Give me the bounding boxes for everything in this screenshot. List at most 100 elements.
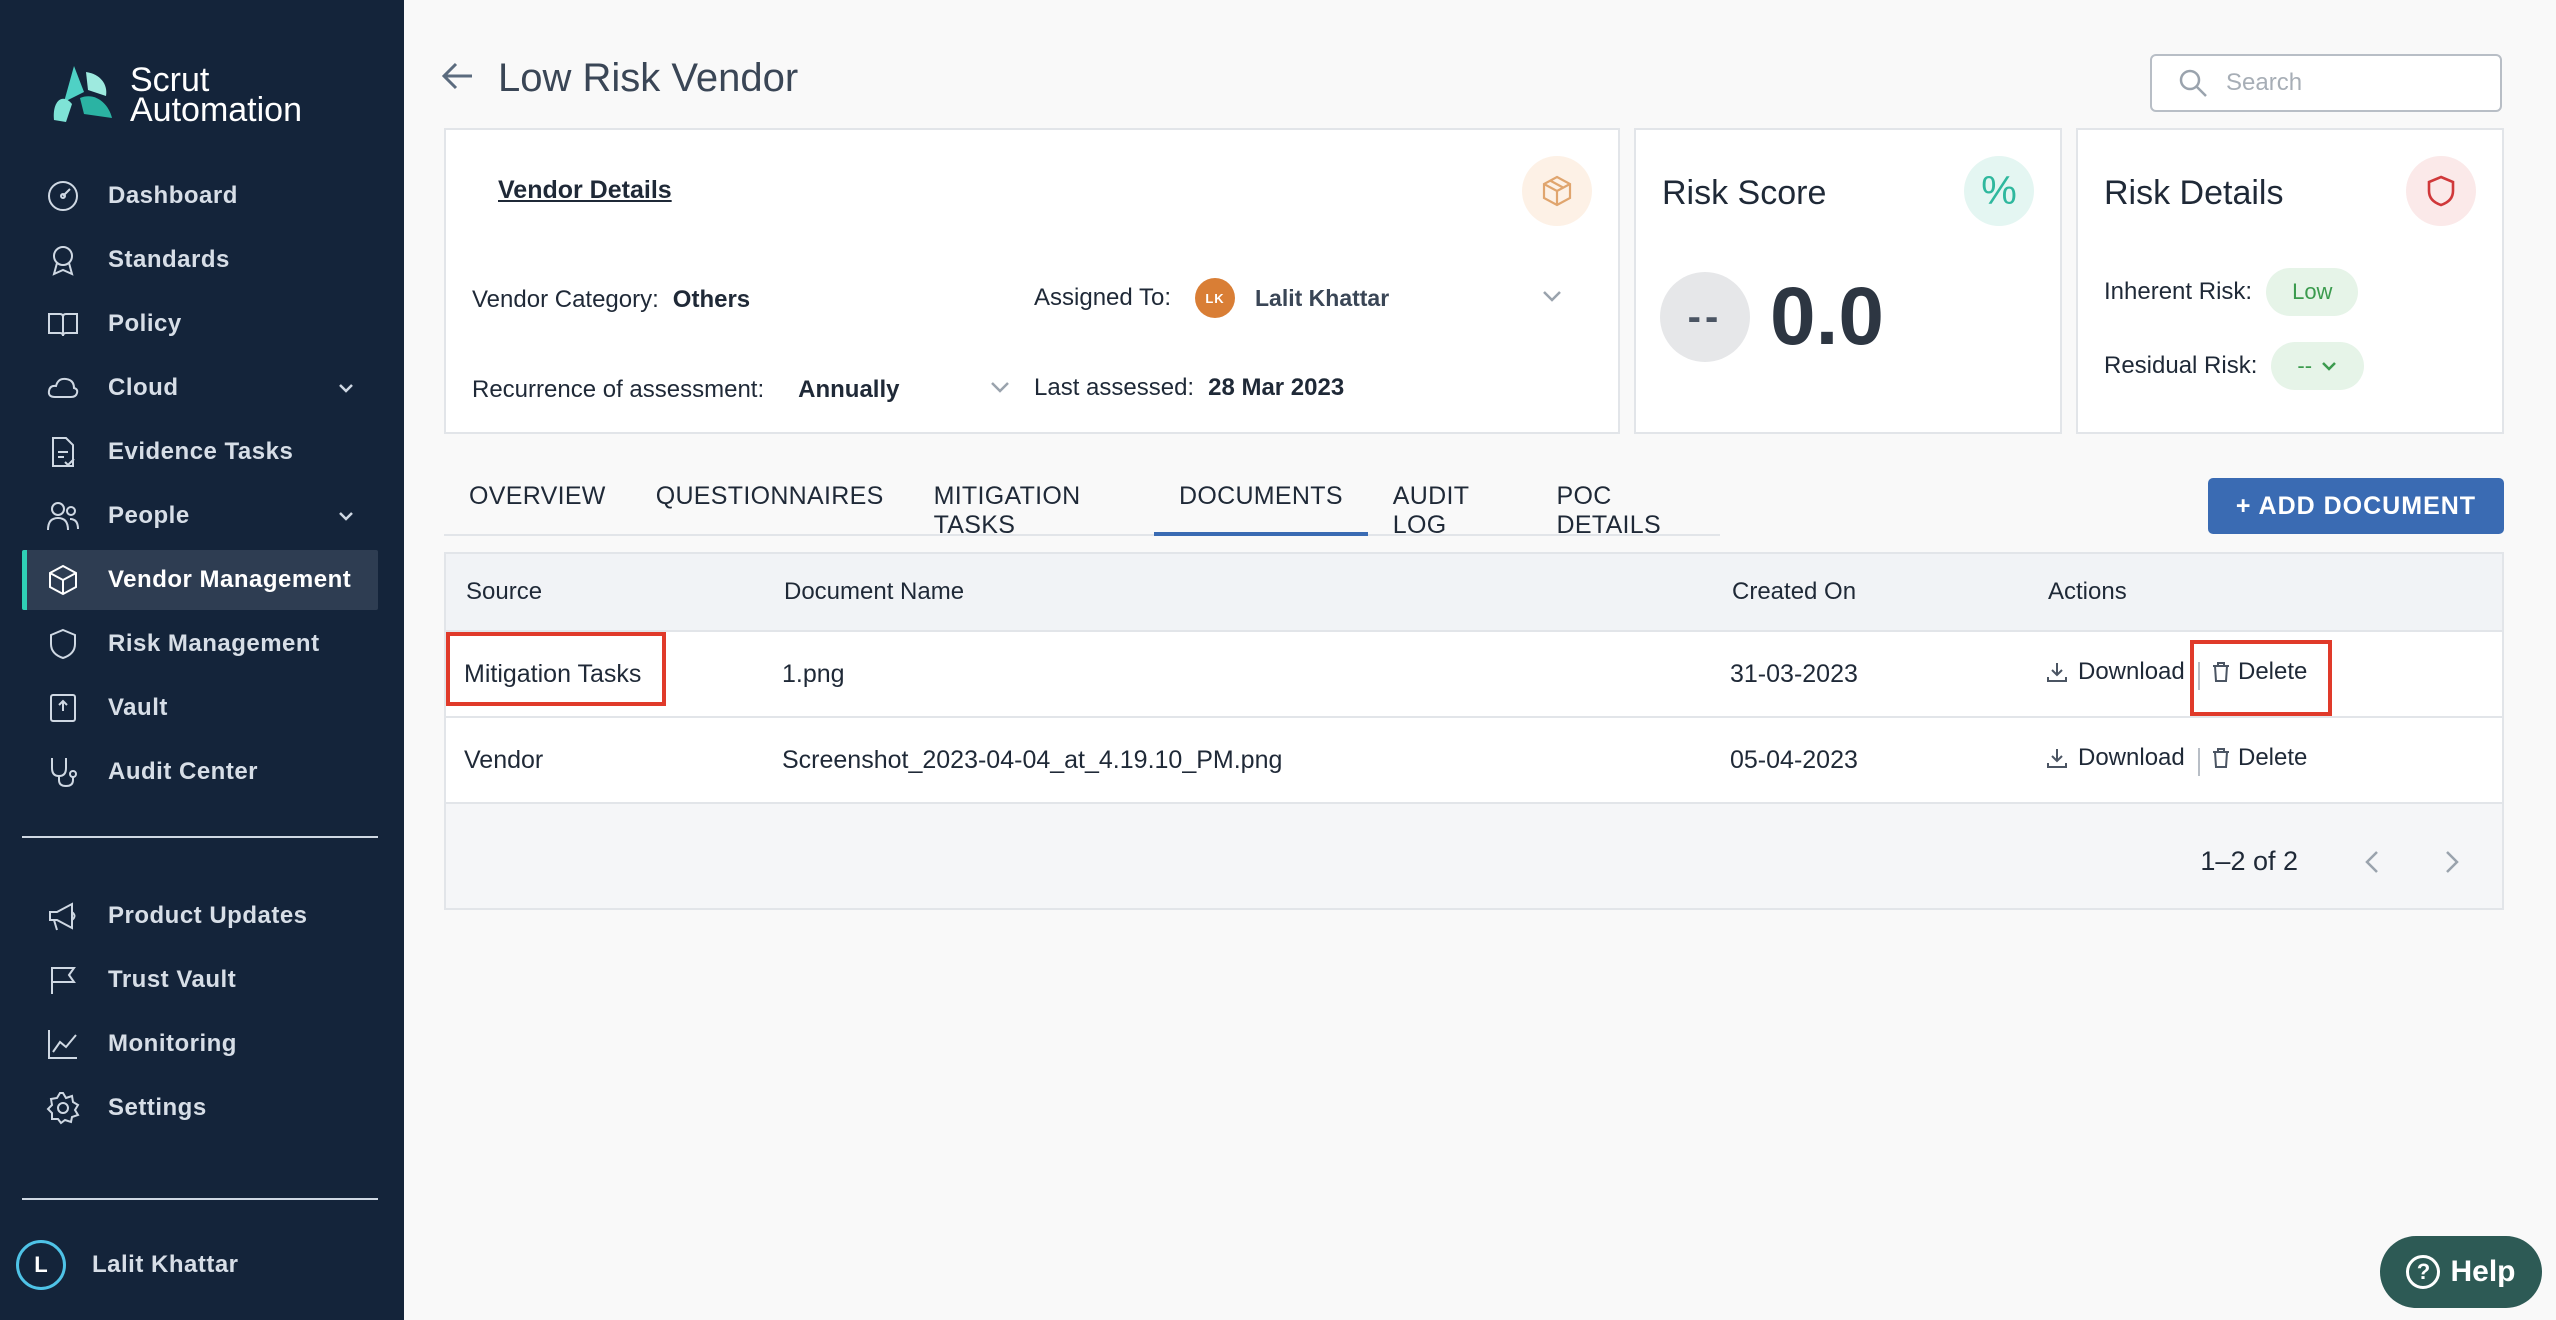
sidebar-item-product-updates[interactable]: Product Updates <box>22 886 378 946</box>
action-divider <box>2198 748 2200 776</box>
sidebar-item-audit-center[interactable]: Audit Center <box>22 742 378 802</box>
search-icon <box>2179 69 2207 97</box>
risk-details-card: Risk Details Inherent Risk: Low Residual… <box>2076 128 2504 434</box>
row-created-on: 31-03-2023 <box>1730 660 1858 688</box>
download-icon <box>2047 663 2067 682</box>
sidebar-item-vault[interactable]: Vault <box>22 678 378 738</box>
chevron-down-icon[interactable] <box>336 506 356 526</box>
tab-poc-details[interactable]: POC DETAILS <box>1532 466 1720 539</box>
tab-questionnaires[interactable]: QUESTIONNAIRES <box>631 466 909 536</box>
vendor-details-title[interactable]: Vendor Details <box>498 176 672 205</box>
download-button[interactable]: Download <box>2046 744 2185 772</box>
download-button[interactable]: Download <box>2046 658 2185 686</box>
highlight-source-cell <box>446 632 666 706</box>
sidebar-item-label: Monitoring <box>108 1030 237 1057</box>
sidebar-item-label: People <box>108 502 190 529</box>
row-document-name: Screenshot_2023-04-04_at_4.19.10_PM.png <box>782 746 1283 774</box>
shield-icon <box>2406 156 2476 226</box>
column-header-actions: Actions <box>2048 578 2127 605</box>
sidebar-item-settings[interactable]: Settings <box>22 1078 378 1138</box>
user-profile[interactable]: L Lalit Khattar <box>16 1240 239 1290</box>
page-title: Low Risk Vendor <box>498 56 799 100</box>
table-header: Source Document Name Created On Actions <box>446 554 2502 632</box>
tab-overview[interactable]: OVERVIEW <box>444 466 631 536</box>
sidebar-item-people[interactable]: People <box>22 486 378 546</box>
brand-line-2: Automation <box>130 91 302 129</box>
flag-icon <box>44 961 82 999</box>
chevron-down-icon[interactable] <box>1539 283 1565 314</box>
documents-table: Source Document Name Created On Actions … <box>444 552 2504 910</box>
tab-mitigation-tasks[interactable]: MITIGATION TASKS <box>909 466 1154 539</box>
table-row: Vendor Screenshot_2023-04-04_at_4.19.10_… <box>446 718 2502 804</box>
assignee-name[interactable]: Lalit Khattar <box>1255 285 1389 312</box>
column-header-created-on: Created On <box>1732 578 1857 605</box>
package-icon <box>1522 156 1592 226</box>
sidebar-item-label: Audit Center <box>108 758 258 785</box>
sidebar-item-risk-management[interactable]: Risk Management <box>22 614 378 674</box>
sidebar-nav: Dashboard Standards Policy Cloud Evidenc… <box>22 166 378 1142</box>
book-icon <box>44 305 82 343</box>
page-header: Low Risk Vendor <box>440 56 798 101</box>
sidebar-item-label: Standards <box>108 246 230 273</box>
sidebar-item-standards[interactable]: Standards <box>22 230 378 290</box>
vendor-category-value: Others <box>672 286 751 313</box>
recurrence-label: Recurrence of assessment: <box>472 375 765 403</box>
cube-icon <box>44 561 82 599</box>
tab-audit-log[interactable]: AUDIT LOG <box>1368 466 1532 539</box>
document-check-icon <box>44 433 82 471</box>
risk-score-card: Risk Score % -- 0.0 <box>1634 128 2062 434</box>
tab-documents[interactable]: DOCUMENTS <box>1153 466 1368 536</box>
chevron-right-icon[interactable] <box>2436 847 2466 877</box>
row-source: Vendor <box>464 746 544 774</box>
pagination: 1–2 of 2 <box>2200 846 2466 877</box>
row-created-on: 05-04-2023 <box>1730 746 1858 774</box>
residual-risk-label: Residual Risk: <box>2104 352 2258 379</box>
sidebar-item-policy[interactable]: Policy <box>22 294 378 354</box>
sidebar-item-vendor-management[interactable]: Vendor Management <box>22 550 378 610</box>
residual-risk-select[interactable]: -- <box>2271 342 2365 390</box>
megaphone-icon <box>44 897 82 935</box>
dashboard-icon <box>44 177 82 215</box>
vendor-category-label: Vendor Category: <box>472 286 659 313</box>
gear-icon <box>44 1089 82 1127</box>
delete-button[interactable]: Delete <box>2210 744 2307 772</box>
sidebar-item-label: Policy <box>108 310 182 337</box>
chevron-left-icon[interactable] <box>2358 847 2388 877</box>
sidebar-item-evidence-tasks[interactable]: Evidence Tasks <box>22 422 378 482</box>
column-header-document-name: Document Name <box>784 578 965 605</box>
sidebar-item-label: Cloud <box>108 374 179 401</box>
tab-bar: OVERVIEW QUESTIONNAIRES MITIGATION TASKS… <box>444 466 1720 539</box>
percent-icon: % <box>1964 156 2034 226</box>
inherent-risk-badge: Low <box>2266 268 2359 316</box>
user-name: Lalit Khattar <box>92 1251 239 1278</box>
search-box[interactable] <box>2150 54 2502 112</box>
risk-score-title: Risk Score <box>1662 174 1827 212</box>
recurrence-select[interactable]: Annually <box>798 376 899 404</box>
chevron-down-icon[interactable] <box>336 378 356 398</box>
avatar: L <box>16 1240 66 1290</box>
sidebar-item-label: Trust Vault <box>108 966 237 993</box>
sidebar-item-label: Dashboard <box>108 182 238 209</box>
chevron-down-icon[interactable] <box>987 374 1013 405</box>
sidebar-item-label: Product Updates <box>108 902 308 929</box>
sidebar-divider <box>22 1198 378 1200</box>
help-button[interactable]: ? Help <box>2380 1236 2542 1308</box>
sidebar-item-dashboard[interactable]: Dashboard <box>22 166 378 226</box>
sidebar-item-label: Vault <box>108 694 168 721</box>
back-arrow-icon[interactable] <box>440 58 476 99</box>
trash-icon <box>2213 748 2229 768</box>
add-document-button[interactable]: + ADD DOCUMENT <box>2208 478 2504 534</box>
people-icon <box>44 497 82 535</box>
search-input[interactable] <box>2226 69 2486 97</box>
last-assessed-label: Last assessed: <box>1034 374 1195 401</box>
sidebar-item-trust-vault[interactable]: Trust Vault <box>22 950 378 1010</box>
sidebar-item-cloud[interactable]: Cloud <box>22 358 378 418</box>
row-document-name: 1.png <box>782 660 845 688</box>
last-assessed-value: 28 Mar 2023 <box>1208 374 1345 401</box>
sidebar-divider <box>22 836 378 838</box>
sidebar-item-monitoring[interactable]: Monitoring <box>22 1014 378 1074</box>
brand-logo[interactable]: Scrut Automation <box>44 62 302 128</box>
badge-icon <box>44 241 82 279</box>
pagination-range: 1–2 of 2 <box>2200 846 2298 876</box>
column-header-source: Source <box>466 578 543 605</box>
